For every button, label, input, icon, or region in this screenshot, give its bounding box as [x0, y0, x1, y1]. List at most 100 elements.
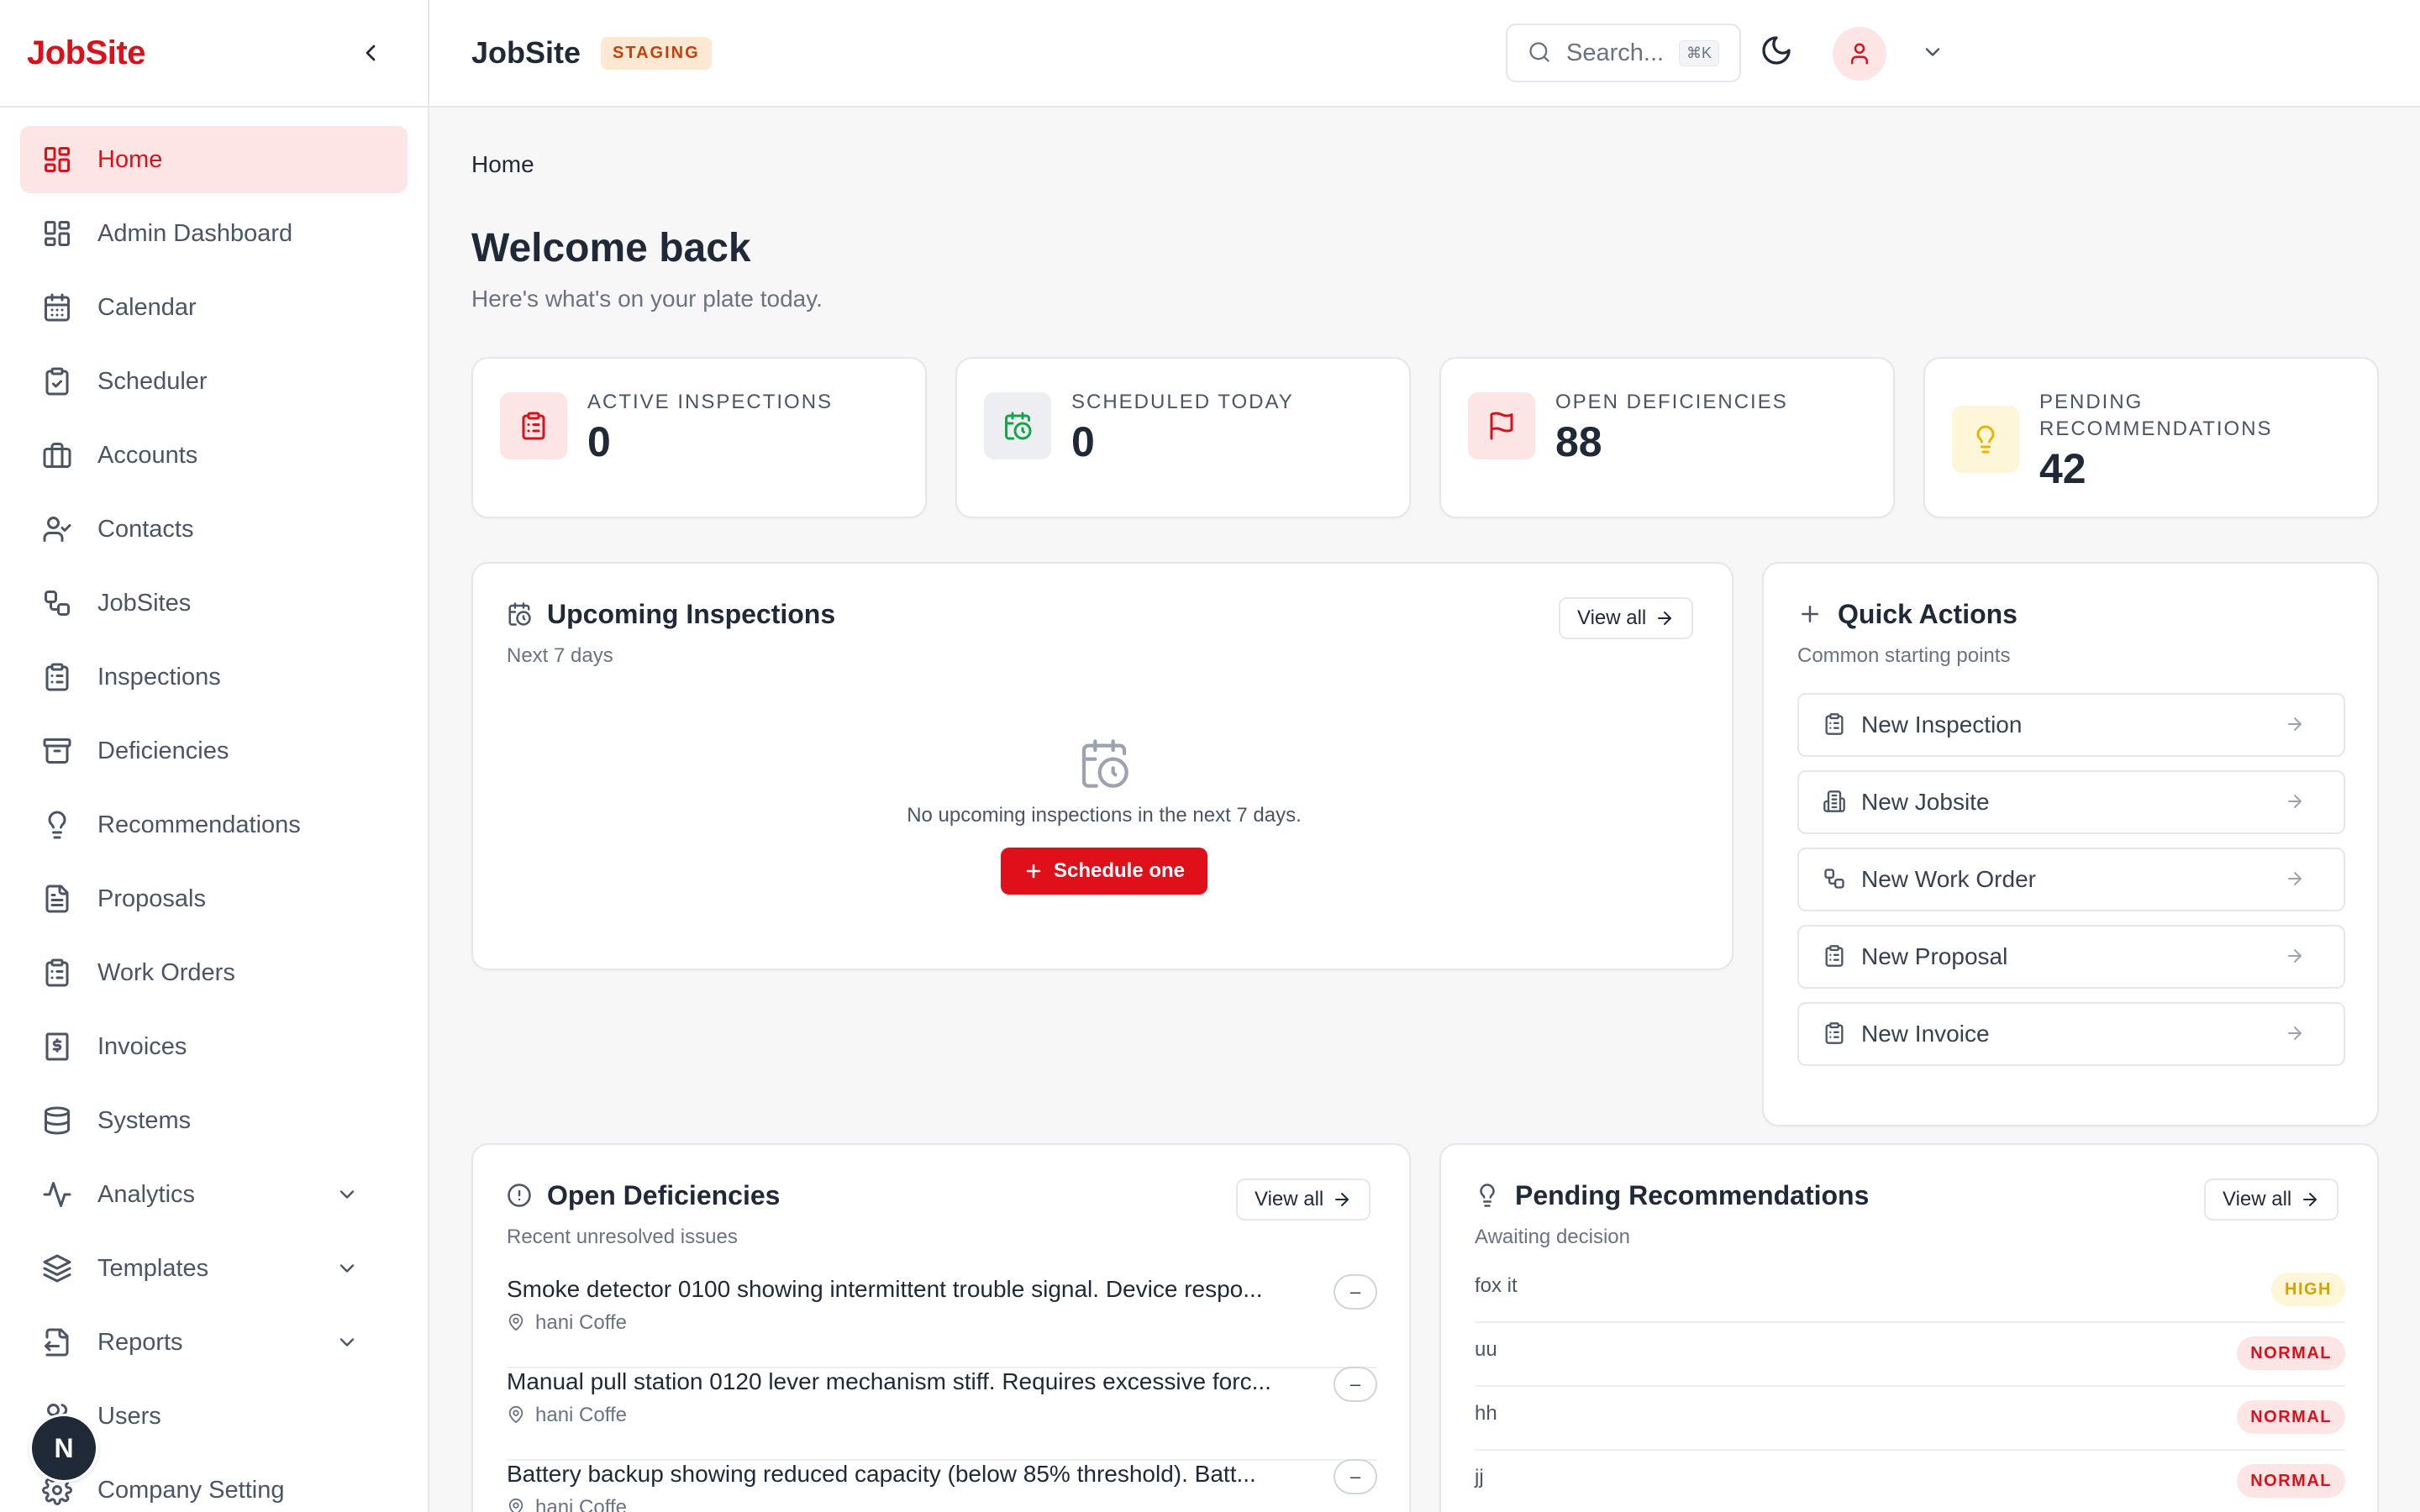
priority-badge: HIGH [2271, 1273, 2345, 1306]
sidebar-item-label: JobSites [97, 589, 192, 617]
panel-title-text: Quick Actions [1838, 599, 2018, 629]
collapse-sidebar-icon[interactable] [354, 36, 387, 70]
sidebar-item-accounts[interactable]: Accounts [20, 422, 408, 489]
new-invoice-button[interactable]: New Invoice [1797, 1002, 2345, 1066]
view-all-button[interactable]: View all [1559, 597, 1694, 639]
schedule-one-button[interactable]: Schedule one [1001, 848, 1207, 895]
clipboard-icon [1823, 712, 1848, 738]
dev-indicator-badge[interactable]: N [32, 1416, 96, 1480]
sidebar-item-systems[interactable]: Systems [20, 1087, 408, 1154]
arrow-right-icon [2285, 869, 2307, 890]
brand-logo[interactable]: JobSite [27, 34, 145, 72]
list-item[interactable]: Battery backup showing reduced capacity … [507, 1459, 1377, 1512]
new-jobsite-button[interactable]: New Jobsite [1797, 770, 2345, 834]
plus-icon [1797, 601, 1824, 628]
moon-icon[interactable] [1760, 34, 1800, 74]
list-item[interactable]: jj NORMAL [1475, 1451, 2345, 1512]
arrow-right-icon [2285, 946, 2307, 968]
recommendation-name: fox it [1475, 1274, 1518, 1297]
resolve-button[interactable]: – [1334, 1367, 1377, 1402]
list-item[interactable]: uu NORMAL [1475, 1323, 2345, 1387]
new-inspection-button[interactable]: New Inspection [1797, 693, 2345, 757]
stat-card-active-inspections[interactable]: ACTIVE INSPECTIONS 0 [471, 357, 927, 518]
arrow-right-icon [2285, 791, 2307, 813]
arrow-right-icon [2300, 1189, 2320, 1210]
list-item[interactable]: fox it HIGH [1475, 1259, 2345, 1323]
list-item[interactable]: Manual pull station 0120 lever mechanism… [507, 1367, 1377, 1461]
stat-card-pending-recommendations[interactable]: PENDING RECOMMENDATIONS 42 [1923, 357, 2379, 518]
stat-card-scheduled-today[interactable]: SCHEDULED TODAY 0 [955, 357, 1411, 518]
new-proposal-button[interactable]: New Proposal [1797, 925, 2345, 989]
sidebar-item-recommendations[interactable]: Recommendations [20, 791, 408, 858]
sidebar-item-work-orders[interactable]: Work Orders [20, 939, 408, 1006]
lightbulb-icon [1475, 1183, 1502, 1210]
sidebar-item-label: Recommendations [97, 811, 301, 838]
chevron-down-icon[interactable] [330, 1252, 364, 1285]
breadcrumb: Home [471, 151, 534, 177]
deficiency-description: Battery backup showing reduced capacity … [507, 1461, 1256, 1487]
map-pin-icon [507, 1313, 527, 1333]
recommendation-name: jj [1475, 1466, 1484, 1488]
stat-card-open-deficiencies[interactable]: OPEN DEFICIENCIES 88 [1439, 357, 1895, 518]
sidebar-item-proposals[interactable]: Proposals [20, 865, 408, 932]
view-all-button[interactable]: View all [2204, 1179, 2339, 1221]
priority-badge: NORMAL [2237, 1336, 2345, 1370]
sidebar-item-templates[interactable]: Templates [20, 1235, 408, 1302]
sidebar-item-label: Analytics [97, 1180, 196, 1208]
sidebar-item-scheduler[interactable]: Scheduler [20, 348, 408, 415]
deficiency-description: Manual pull station 0120 lever mechanism… [507, 1368, 1271, 1394]
chevron-down-icon[interactable] [330, 1326, 364, 1359]
empty-state-text: No upcoming inspections in the next 7 da… [907, 804, 1302, 827]
sidebar-item-contacts[interactable]: Contacts [20, 496, 408, 563]
stat-label: ACTIVE INSPECTIONS [587, 391, 834, 413]
sidebar-item-label: Inspections [97, 663, 221, 690]
sidebar-item-label: Accounts [97, 441, 198, 469]
view-all-label: View all [1577, 606, 1647, 629]
page-subtitle: Here's what's on your plate today. [471, 286, 823, 312]
clipboard-icon [1823, 944, 1848, 969]
sidebar-item-label: Deficiencies [97, 737, 229, 764]
list-item[interactable]: Smoke detector 0100 showing intermittent… [507, 1274, 1377, 1368]
chevron-down-icon[interactable] [330, 1178, 364, 1211]
clipboard-list-icon [500, 392, 567, 459]
view-all-button[interactable]: View all [1236, 1179, 1371, 1221]
file-text-icon [40, 882, 74, 916]
map-pin-icon [507, 1498, 527, 1512]
search-input[interactable]: Search... ⌘K [1506, 24, 1741, 82]
resolve-button[interactable]: – [1334, 1459, 1377, 1494]
deficiency-description: Smoke detector 0100 showing intermittent… [507, 1276, 1263, 1302]
sidebar-item-label: Templates [97, 1254, 209, 1282]
avatar[interactable] [1833, 27, 1886, 81]
view-all-label: View all [1255, 1188, 1324, 1210]
sidebar-item-inspections[interactable]: Inspections [20, 643, 408, 711]
sidebar-item-home[interactable]: Home [20, 126, 408, 193]
sidebar-item-analytics[interactable]: Analytics [20, 1161, 408, 1228]
deficiency-location: hani Coffe [507, 1404, 627, 1427]
resolve-button[interactable]: – [1334, 1274, 1377, 1310]
stat-value: 0 [587, 418, 611, 465]
view-all-label: View all [2223, 1188, 2292, 1210]
quick-action-label: New Work Order [1861, 866, 2036, 892]
upcoming-inspections-panel: Upcoming Inspections Next 7 days View al… [471, 562, 1733, 970]
clipboard-icon [1823, 1021, 1848, 1047]
sidebar-item-deficiencies[interactable]: Deficiencies [20, 717, 408, 785]
plus-icon [1023, 861, 1044, 881]
environment-badge: STAGING [601, 36, 712, 70]
sidebar-item-admin-dashboard[interactable]: Admin Dashboard [20, 200, 408, 267]
chevron-down-icon[interactable] [1921, 40, 1948, 67]
activity-icon [40, 1178, 74, 1211]
sidebar-item-invoices[interactable]: Invoices [20, 1013, 408, 1080]
building-icon [1823, 790, 1848, 815]
new-work-order-button[interactable]: New Work Order [1797, 848, 2345, 911]
calendar-clock-icon [507, 601, 534, 628]
stat-value: 42 [2039, 445, 2086, 492]
receipt-dollar-icon [40, 1030, 74, 1063]
sidebar-item-reports[interactable]: Reports [20, 1309, 408, 1376]
panel-title-text: Pending Recommendations [1515, 1180, 1870, 1210]
stat-label: PENDING RECOMMENDATIONS [2039, 391, 2273, 440]
sidebar-item-calendar[interactable]: Calendar [20, 274, 408, 341]
flag-icon [1468, 392, 1535, 459]
sidebar-item-jobsites[interactable]: JobSites [20, 570, 408, 637]
list-item[interactable]: hh NORMAL [1475, 1387, 2345, 1451]
sidebar-item-label: Contacts [97, 515, 194, 543]
